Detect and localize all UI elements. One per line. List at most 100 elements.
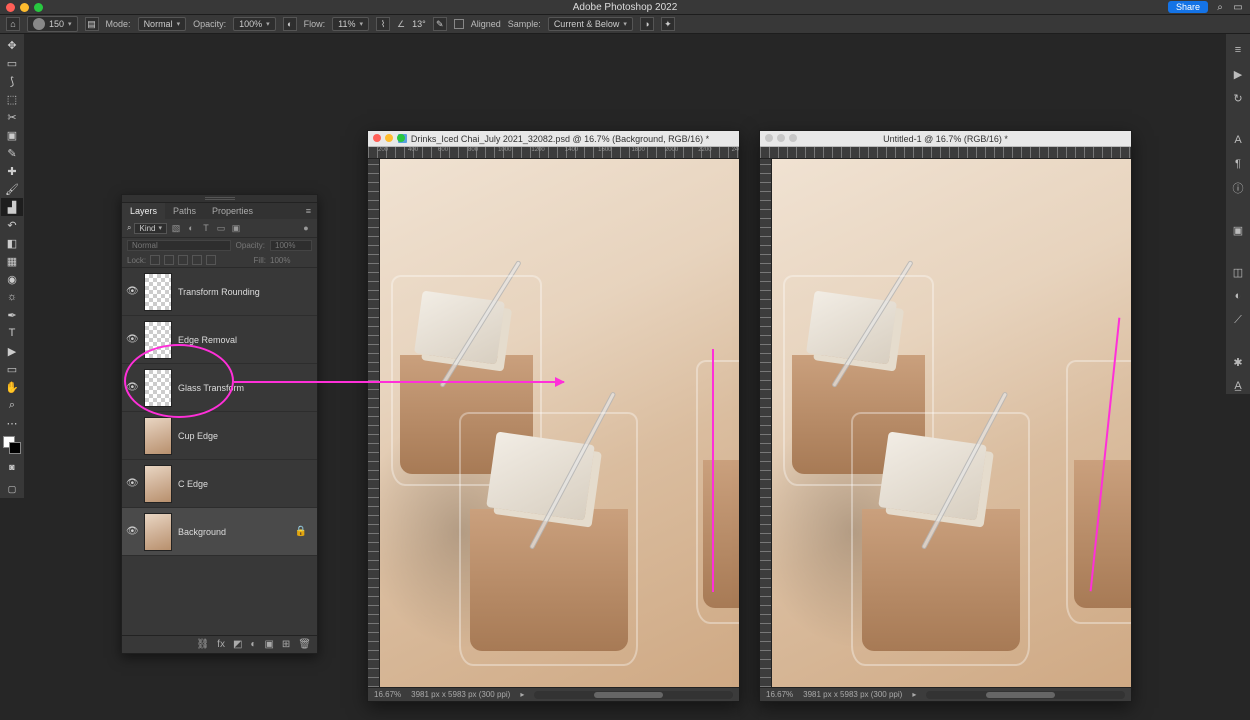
visibility-icon[interactable]: 👁 — [126, 334, 138, 345]
layer-row[interactable]: 👁 Background 🔒 — [122, 508, 317, 556]
channels-icon[interactable]: ◐ — [1230, 288, 1246, 304]
color-swatches[interactable] — [3, 436, 21, 454]
layers-icon[interactable]: ◫ — [1230, 264, 1246, 280]
lock-artboard-icon[interactable] — [192, 255, 202, 265]
layer-row[interactable]: 👁 C Edge — [122, 460, 317, 508]
fill-input[interactable]: 100% — [270, 256, 312, 265]
filter-toggle-icon[interactable]: ● — [300, 222, 312, 234]
layer-thumb[interactable] — [144, 513, 172, 551]
lock-all-icon[interactable] — [206, 255, 216, 265]
adjustments-icon[interactable]: ≡ — [1230, 42, 1246, 58]
ignore-adjustment-icon[interactable]: ◑ — [640, 17, 654, 31]
layer-thumb[interactable] — [144, 273, 172, 311]
vertical-ruler[interactable] — [368, 159, 380, 687]
workspace-icon[interactable]: ▭ — [1232, 1, 1244, 13]
filter-adjust-icon[interactable]: ◐ — [185, 222, 197, 234]
object-select-tool[interactable]: ⬚ — [1, 90, 23, 108]
hand-tool[interactable]: ✋ — [1, 378, 23, 396]
info-icon[interactable]: ⓘ — [1230, 180, 1246, 196]
sample-select[interactable]: Current & Below▾ — [548, 17, 633, 31]
layer-row[interactable]: 👁 Transform Rounding — [122, 268, 317, 316]
document-window-1[interactable]: Drinks_Iced Chai_July 2021_32082.psd @ 1… — [367, 130, 740, 702]
diffusion-icon[interactable]: ✦ — [661, 17, 675, 31]
filter-shape-icon[interactable]: ▭ — [215, 222, 227, 234]
history-icon[interactable]: ↻ — [1230, 90, 1246, 106]
brush-tool[interactable]: 🖌 — [1, 180, 23, 198]
visibility-icon[interactable]: 👁 — [126, 478, 138, 489]
screenmode-icon[interactable]: ▢ — [1, 480, 23, 498]
layer-thumb[interactable] — [144, 465, 172, 503]
dodge-tool[interactable]: ☼ — [1, 288, 23, 306]
macos-traffic-lights[interactable] — [6, 3, 43, 12]
layer-name[interactable]: Transform Rounding — [178, 287, 260, 297]
paragraph-icon[interactable]: ¶ — [1230, 156, 1246, 172]
blur-tool[interactable]: ◉ — [1, 270, 23, 288]
horizontal-ruler[interactable] — [760, 147, 1131, 159]
filter-type-icon[interactable]: T — [200, 222, 212, 234]
link-layers-icon[interactable]: ⛓ — [196, 639, 209, 650]
blend-mode-select[interactable]: Normal▾ — [138, 17, 187, 31]
vertical-ruler[interactable] — [760, 159, 772, 687]
dimensions-readout[interactable]: 3981 px x 5983 px (300 ppi) — [803, 690, 902, 699]
opacity-input[interactable]: 100%▾ — [233, 17, 276, 31]
crop-tool[interactable]: ✂ — [1, 108, 23, 126]
move-tool[interactable]: ✥ — [1, 36, 23, 54]
brush-preset[interactable]: 150▾ — [27, 16, 78, 32]
layers-panel[interactable]: Layers Paths Properties ≡ ⌕ Kind▾ ▧ ◐ T … — [121, 194, 318, 654]
document-window-2[interactable]: Untitled-1 @ 16.7% (RGB/16) * — [759, 130, 1132, 702]
pressure-opacity-icon[interactable]: ◐ — [283, 17, 297, 31]
lock-image-icon[interactable] — [164, 255, 174, 265]
edit-toolbar[interactable]: ⋯ — [1, 414, 23, 432]
brush-panel-icon[interactable]: ▤ — [85, 17, 99, 31]
visibility-icon[interactable]: 👁 — [126, 526, 138, 537]
filter-kind-select[interactable]: Kind▾ — [134, 223, 167, 234]
share-button[interactable]: Share — [1168, 1, 1208, 13]
home-icon[interactable]: ⌂ — [6, 17, 20, 31]
libraries-icon[interactable]: ▣ — [1230, 222, 1246, 238]
marquee-tool[interactable]: ▭ — [1, 54, 23, 72]
tab-properties[interactable]: Properties — [204, 203, 261, 219]
new-layer-icon[interactable]: ⊞ — [282, 639, 290, 650]
horizontal-ruler[interactable]: 2004006008001000120014001600180020002200… — [368, 147, 739, 159]
horizontal-scrollbar[interactable] — [926, 691, 1125, 699]
pen-tool[interactable]: ✒ — [1, 306, 23, 324]
adjustment-layer-icon[interactable]: ◐ — [250, 639, 256, 650]
paths-icon[interactable]: ⟋ — [1230, 312, 1246, 328]
filter-pixel-icon[interactable]: ▧ — [170, 222, 182, 234]
eraser-tool[interactable]: ◧ — [1, 234, 23, 252]
character-icon[interactable]: A — [1230, 132, 1246, 148]
quickmask-icon[interactable]: ◙ — [1, 458, 23, 476]
delete-layer-icon[interactable]: 🗑 — [298, 639, 311, 650]
layer-name[interactable]: Cup Edge — [178, 431, 218, 441]
search-icon[interactable]: ⌕ — [127, 223, 131, 233]
gradient-tool[interactable]: ▦ — [1, 252, 23, 270]
dimensions-readout[interactable]: 3981 px x 5983 px (300 ppi) — [411, 690, 510, 699]
fx-icon[interactable]: fx — [217, 639, 225, 650]
filter-smart-icon[interactable]: ▣ — [230, 222, 242, 234]
document-traffic-lights[interactable] — [765, 134, 797, 142]
panel-grip[interactable] — [122, 195, 317, 203]
canvas[interactable] — [380, 159, 739, 687]
zoom-tool[interactable]: ⌕ — [1, 396, 23, 414]
angle-value[interactable]: 13° — [412, 19, 426, 29]
document-titlebar[interactable]: Drinks_Iced Chai_July 2021_32082.psd @ 1… — [368, 131, 739, 147]
clone-stamp-tool[interactable]: ▟ — [1, 198, 23, 216]
shape-tool[interactable]: ▭ — [1, 360, 23, 378]
styles-icon[interactable]: A̲ — [1230, 378, 1246, 394]
search-icon[interactable]: ⌕ — [1214, 1, 1226, 13]
history-brush-tool[interactable]: ↶ — [1, 216, 23, 234]
tab-layers[interactable]: Layers — [122, 203, 165, 219]
minimize-dot[interactable] — [20, 3, 29, 12]
zoom-readout[interactable]: 16.67% — [374, 690, 401, 699]
visibility-icon[interactable]: 👁 — [126, 286, 138, 297]
layer-opacity-input[interactable]: 100% — [270, 240, 312, 251]
pressure-size-icon[interactable]: ✎ — [433, 17, 447, 31]
group-icon[interactable]: ▣ — [264, 639, 273, 650]
canvas[interactable] — [772, 159, 1131, 687]
frame-tool[interactable]: ▣ — [1, 126, 23, 144]
tab-paths[interactable]: Paths — [165, 203, 204, 219]
document-traffic-lights[interactable] — [373, 134, 405, 142]
panel-menu-icon[interactable]: ≡ — [300, 203, 317, 219]
healing-tool[interactable]: ✚ — [1, 162, 23, 180]
actions-icon[interactable]: ▶ — [1230, 66, 1246, 82]
